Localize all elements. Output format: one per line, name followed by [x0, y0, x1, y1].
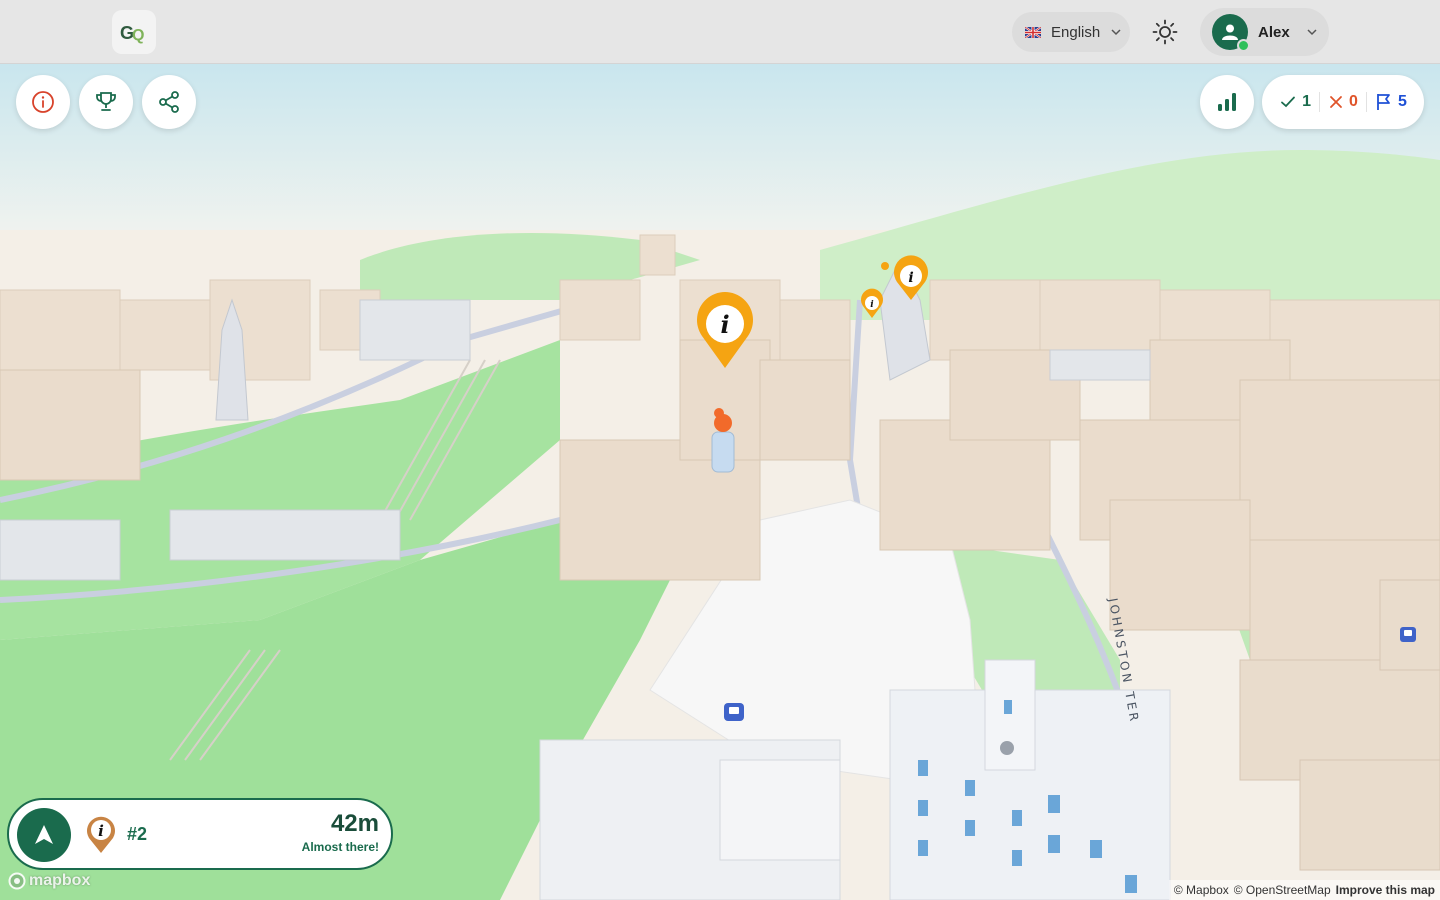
online-status-dot: [1237, 39, 1250, 52]
share-icon: [159, 91, 179, 113]
theme-toggle-button[interactable]: [1144, 12, 1186, 52]
correct-count-value: 1: [1302, 93, 1312, 110]
score-panel[interactable]: 1 0 5: [1262, 75, 1424, 129]
navigation-arrow-icon: [35, 825, 53, 844]
svg-text:Q: Q: [132, 27, 144, 44]
wrong-count: 0: [1328, 93, 1358, 111]
mapbox-logo[interactable]: mapbox: [8, 872, 90, 890]
mapbox-logo-text: mapbox: [29, 872, 91, 889]
map-canvas[interactable]: i i i: [0, 0, 1440, 900]
poi-info-icon: i: [87, 816, 115, 853]
bus-stop-icon[interactable]: [724, 703, 744, 721]
trophy-icon: [96, 92, 116, 111]
app-logo-icon: G Q: [120, 23, 144, 44]
bus-stop-icon[interactable]: [1400, 627, 1416, 642]
distance-value: 42m: [330, 810, 379, 837]
chevron-down-icon: [1307, 29, 1317, 36]
info-button[interactable]: [16, 75, 70, 129]
trophy-button[interactable]: [79, 75, 133, 129]
map-view[interactable]: i i i: [0, 0, 1440, 900]
share-button[interactable]: [142, 75, 196, 129]
mapbox-attribution-link[interactable]: © Mapbox: [1174, 880, 1229, 900]
distance-status: Almost there!: [301, 840, 379, 854]
target-number: #2: [127, 824, 148, 844]
correct-count: 1: [1279, 93, 1311, 111]
svg-text:i: i: [870, 300, 874, 310]
divider: [1365, 92, 1367, 112]
leaderboard-button[interactable]: [1200, 75, 1254, 129]
uk-flag-icon: [1025, 26, 1041, 38]
bar-chart-icon: [1218, 93, 1236, 111]
svg-text:i: i: [98, 822, 104, 840]
flag-count-value: 5: [1397, 93, 1407, 110]
top-bar: G Q English Alex: [0, 0, 1440, 64]
divider: [1319, 92, 1321, 112]
sun-icon: [1152, 19, 1178, 45]
user-name: Alex: [1258, 23, 1290, 41]
user-icon: [1222, 24, 1238, 40]
close-icon: [1330, 96, 1342, 108]
poi-marker[interactable]: [881, 262, 889, 270]
language-selector[interactable]: English: [1012, 12, 1130, 52]
language-label: English: [1051, 23, 1101, 41]
svg-text:i: i: [720, 310, 729, 339]
user-menu-button[interactable]: Alex: [1200, 8, 1329, 56]
chevron-down-icon: [1111, 29, 1121, 36]
navigation-card[interactable]: i #2 42m Almost there!: [7, 798, 393, 870]
osm-attribution-link[interactable]: © OpenStreetMap: [1234, 880, 1331, 900]
navigate-button[interactable]: [17, 808, 71, 862]
app-logo[interactable]: G Q: [112, 10, 156, 54]
flag-icon: [1377, 94, 1390, 110]
svg-text:i: i: [908, 270, 913, 286]
avatar: [1212, 14, 1250, 52]
flag-count: 5: [1375, 92, 1407, 112]
wrong-count-value: 0: [1349, 93, 1358, 110]
check-icon: [1281, 96, 1296, 108]
mapbox-icon: [8, 872, 26, 890]
info-circle-icon: [32, 91, 54, 113]
improve-map-link[interactable]: Improve this map: [1336, 880, 1435, 900]
map-attribution: © Mapbox © OpenStreetMap Improve this ma…: [1168, 880, 1440, 900]
